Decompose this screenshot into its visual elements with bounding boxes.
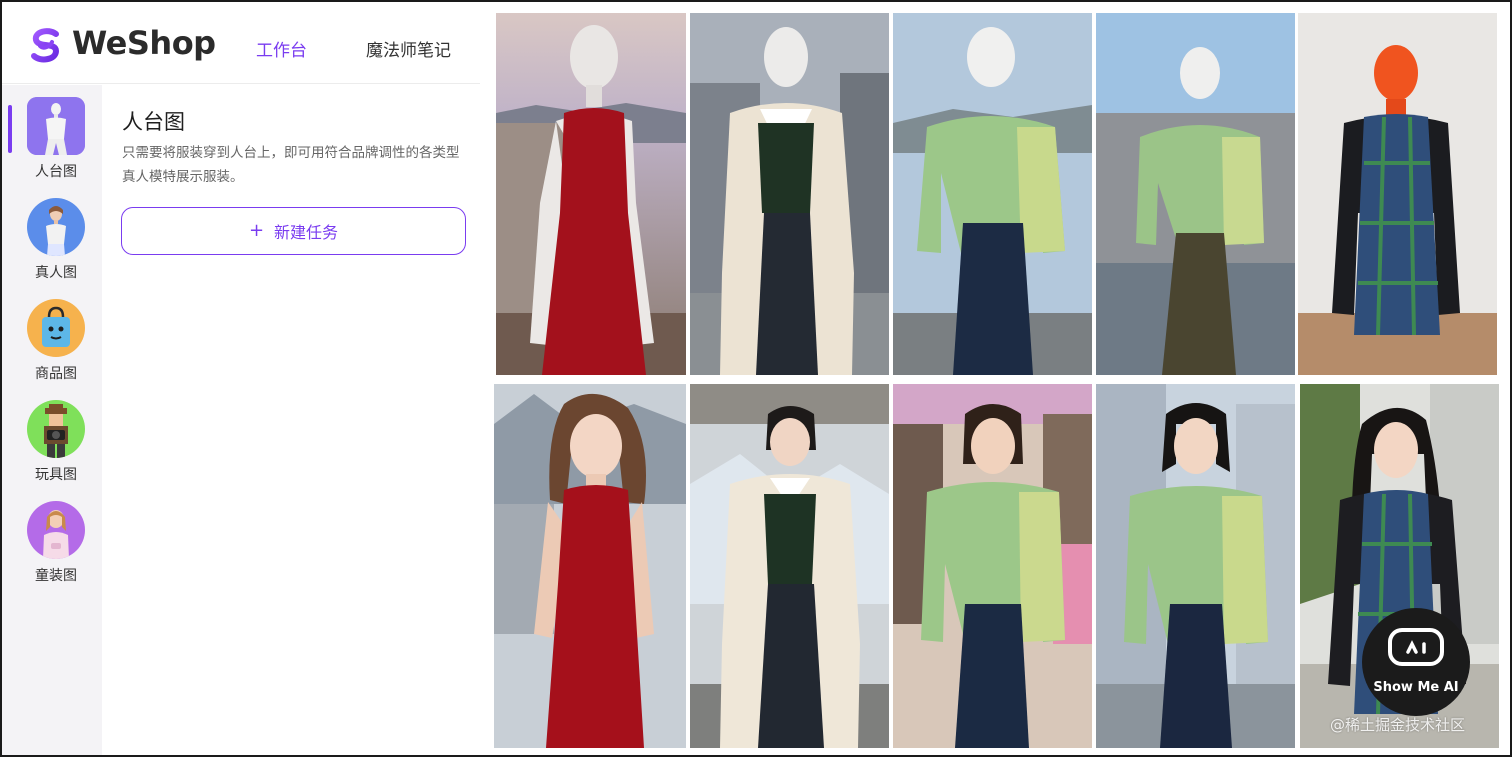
top-header: WeShop 工作台 魔法师笔记 [2,2,480,84]
sidebar-item-kids[interactable]: 童装图 [24,501,88,585]
new-task-button[interactable]: + 新建任务 [121,207,466,255]
sidebar-item-toy[interactable]: 玩具图 [24,400,88,484]
robot-face-icon [1388,628,1444,666]
category-sidebar: 人台图 真人图 商品图 玩具图 童装图 [2,85,102,755]
model-person-icon [27,198,85,256]
sidebar-item-real-model[interactable]: 真人图 [24,198,88,282]
gallery-image [1298,13,1497,375]
tab-workbench[interactable]: 工作台 [256,36,307,61]
plus-icon: + [248,220,265,241]
panel-title: 人台图 [122,110,185,134]
gallery-image [494,384,686,748]
gallery-image [1096,13,1295,375]
brand-name: WeShop [72,24,216,62]
toy-figure-icon [27,400,85,458]
gallery-image [1096,384,1295,748]
sidebar-item-product[interactable]: 商品图 [24,299,88,383]
sidebar-item-label: 商品图 [35,366,77,382]
product-bag-icon [27,299,85,357]
active-indicator [8,105,12,153]
sidebar-item-label: 人台图 [35,164,77,180]
sidebar-item-label: 真人图 [35,265,77,281]
weshop-logo-icon [31,28,60,63]
show-me-ai-badge[interactable]: Show Me AI [1362,608,1470,716]
sidebar-item-label: 玩具图 [35,467,77,483]
gallery-image [496,13,686,375]
sidebar-item-mannequin[interactable]: 人台图 [24,97,88,181]
watermark-text: @稀土掘金技术社区 [1330,716,1466,734]
badge-label: Show Me AI [1373,680,1459,695]
new-task-label: 新建任务 [274,223,339,242]
mannequin-icon [27,97,85,155]
example-gallery [492,10,1502,750]
gallery-image [893,384,1092,748]
kid-model-icon [27,501,85,559]
panel-description: 只需要将服装穿到人台上，即可用符合品牌调性的各类型真人模特展示服装。 [122,145,460,185]
gallery-image [690,384,889,748]
gallery-image [893,13,1092,375]
tab-magician-notes[interactable]: 魔法师笔记 [366,36,451,61]
sidebar-item-label: 童装图 [35,568,77,584]
gallery-image [690,13,889,375]
